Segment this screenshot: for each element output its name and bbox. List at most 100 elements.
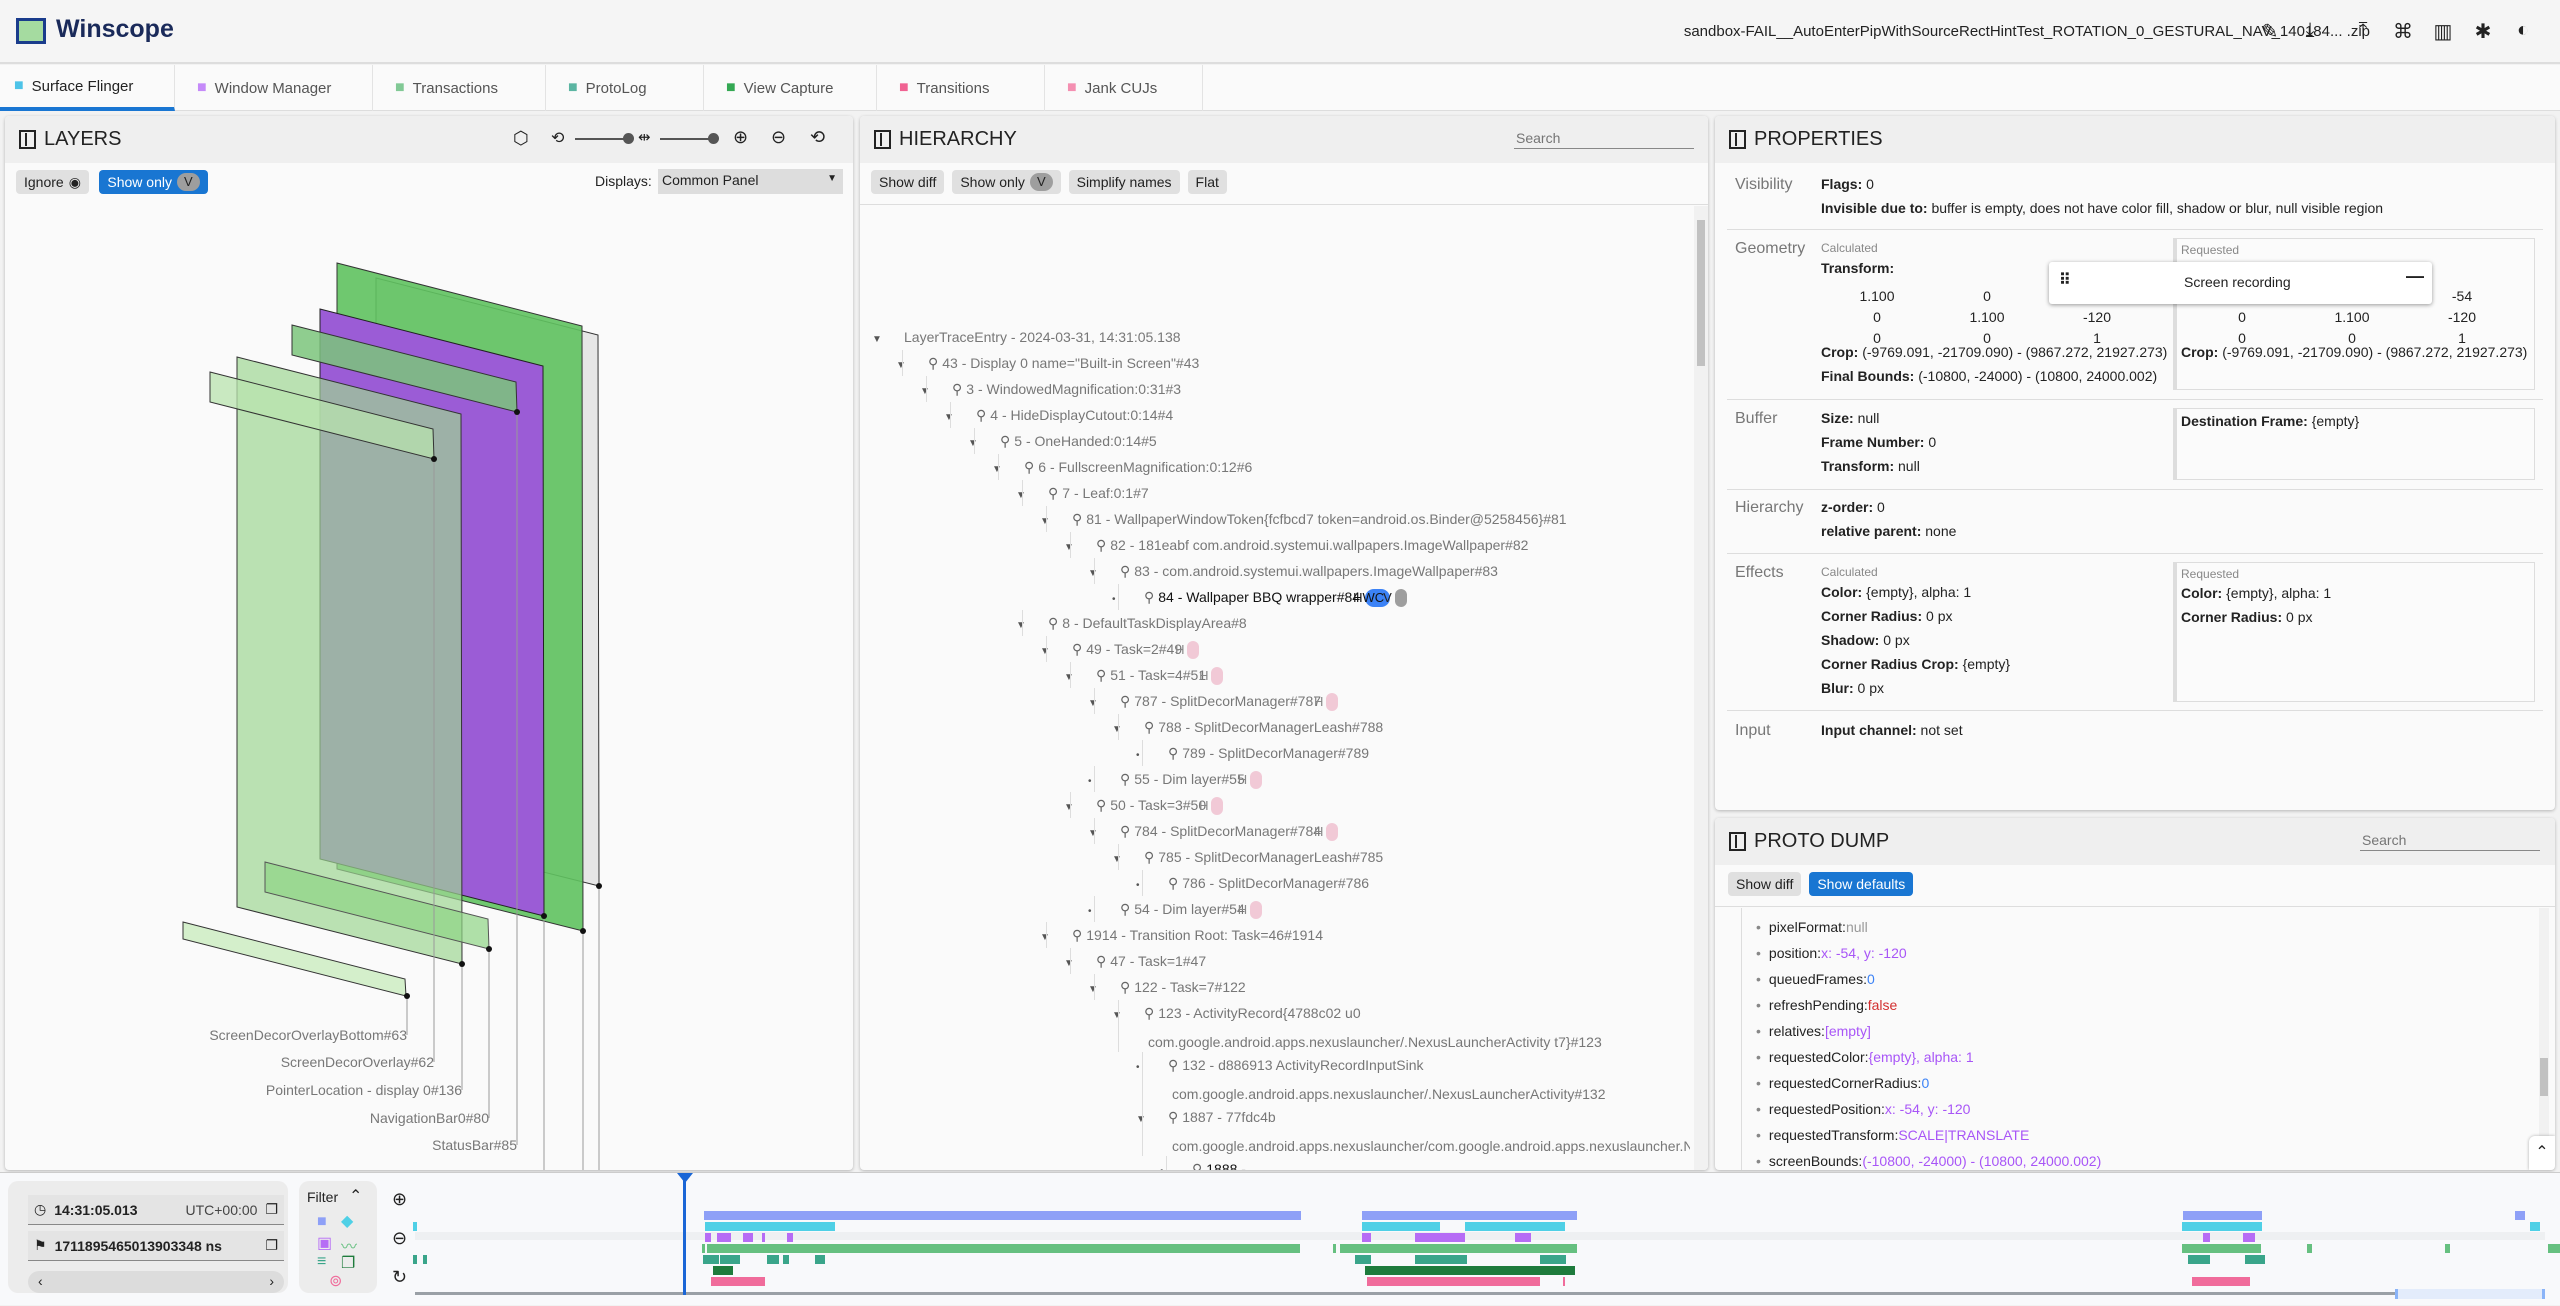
pin-icon[interactable]: ⚲	[1144, 1005, 1154, 1021]
timeline-entry-sf[interactable]	[705, 1222, 835, 1231]
proto-row[interactable]: pixelFormat:null	[1769, 914, 1868, 940]
simplify-names-button[interactable]: Simplify names	[1068, 170, 1180, 194]
timeline-entry-wm[interactable]	[717, 1233, 731, 1242]
tree-node[interactable]: ▼ ⚲ 4 - HideDisplayCutout:0:14#4	[944, 402, 1660, 431]
tree-node[interactable]: ▼ ⚲ 51 - Task=4#51H	[1064, 662, 1660, 691]
tree-node[interactable]: ▼ ⚲ 3 - WindowedMagnification:0:31#3	[920, 376, 1660, 405]
timeline-entry-wm[interactable]	[1362, 1233, 1371, 1242]
collapse-filter-icon[interactable]: ⌃	[349, 1186, 362, 1206]
pin-icon[interactable]: ⚲	[1120, 979, 1130, 995]
proto-row[interactable]: queuedFrames:0	[1769, 966, 1875, 992]
proto-row[interactable]: position:x: -54, y: -120	[1769, 940, 1907, 966]
timeline-entry-protolog[interactable]	[2188, 1255, 2210, 1264]
tree-node[interactable]: ▼ ⚲ 7 - Leaf:0:1#7	[1016, 480, 1660, 509]
tab-jank-cujs[interactable]: ■ Jank CUJs	[1053, 65, 1203, 111]
timeline-entry-wm[interactable]	[705, 1233, 711, 1242]
tree-node[interactable]: ▼ ⚲ 1914 - Transition Root: Task=46#1914	[1040, 922, 1660, 951]
tree-node[interactable]: ▼ ⚲ 123 - ActivityRecord{4788c02 u0 com.go…	[1112, 1000, 1660, 1055]
timeline-entry-protolog[interactable]	[2245, 1255, 2265, 1264]
timeline-entry-transactions[interactable]	[707, 1244, 1300, 1253]
pin-icon[interactable]: ⚲	[1096, 537, 1106, 553]
tab-window-manager[interactable]: ■ Window Manager	[183, 65, 373, 111]
copy-icon[interactable]: ❐	[265, 1237, 278, 1254]
tree-node[interactable]: ▼ ⚲ 50 - Task=3#50H	[1064, 792, 1660, 821]
timeline-entry-screen[interactable]	[2183, 1211, 2262, 1220]
tree-node[interactable]: ▼ ⚲ 81 - WallpaperWindowToken{fcfbcd7 toke…	[1040, 506, 1660, 535]
pin-icon[interactable]: ⚲	[1192, 1161, 1202, 1170]
time-field[interactable]: ◷ 14:31:05.013 UTC+00:00 ❐	[28, 1195, 284, 1225]
tab-view-capture[interactable]: ■ View Capture	[712, 65, 877, 111]
pin-icon[interactable]: ⚲	[976, 407, 986, 423]
timeline-entry-wm[interactable]	[2203, 1233, 2210, 1242]
edit-icon[interactable]: ✎	[2257, 19, 2283, 44]
timeline-entry-sf[interactable]	[1465, 1222, 1565, 1231]
screen-recording-filter-icon[interactable]: ■	[317, 1213, 327, 1231]
tree-node[interactable]: ▼ ⚲ 1887 - 77fdc4b com.google.android.apps…	[1136, 1104, 1690, 1159]
pin-icon[interactable]: ⚲	[1072, 641, 1082, 657]
tree-node[interactable]: • ⚲ 54 - Dim layer#54H	[1088, 896, 1660, 925]
timeline-canvas[interactable]	[413, 1173, 2560, 1306]
layer-label[interactable]: StatusBar#85	[432, 1137, 517, 1153]
tree-node[interactable]: ▼ ⚲ 83 - com.android.systemui.wallpapers.I…	[1088, 558, 1660, 587]
show-diff-button[interactable]: Show diff	[871, 170, 945, 194]
timeline-entry-protolog[interactable]	[815, 1255, 825, 1264]
timeline-entry-wm[interactable]	[787, 1233, 793, 1242]
pin-icon[interactable]: ⚲	[1024, 459, 1034, 475]
bug-icon[interactable]: ✱	[2470, 19, 2496, 44]
tree-node[interactable]: ▼ ⚲ 787 - SplitDecorManager#787H	[1088, 688, 1660, 717]
tab-transitions[interactable]: ■ Transitions	[885, 65, 1045, 111]
collapse-panel-icon[interactable]	[1729, 130, 1746, 149]
timeline-entry-transitions[interactable]	[1563, 1277, 1565, 1286]
proto-scrollbar[interactable]	[2539, 908, 2549, 1170]
tree-node[interactable]: • ⚲ 84 - Wallpaper BBQ wrapper#84HWCV	[1112, 584, 1660, 613]
docs-icon[interactable]: ▥	[2430, 19, 2456, 44]
timeline-entry-transactions[interactable]	[2307, 1244, 2312, 1253]
timeline-cursor[interactable]	[683, 1177, 686, 1295]
proto-row[interactable]: screenBounds:(-10800, -24000) - (10800, …	[1769, 1148, 2101, 1170]
timeline-entry-transactions[interactable]	[2445, 1244, 2450, 1253]
pin-icon[interactable]: ⚲	[1048, 485, 1058, 501]
tree-node[interactable]: ▼ ⚲ 788 - SplitDecorManagerLeash#788	[1112, 714, 1660, 743]
flat-button[interactable]: Flat	[1187, 170, 1227, 194]
upload-icon[interactable]: ⤒	[2350, 19, 2376, 42]
timeline-entry-screen[interactable]	[1362, 1211, 1577, 1220]
pin-icon[interactable]: ⚲	[1072, 927, 1082, 943]
protolog-filter-icon[interactable]: ≡	[317, 1253, 326, 1271]
timeline-entry-wm[interactable]	[743, 1233, 753, 1242]
screen-recording-widget[interactable]: ⠿ Screen recording —	[2049, 262, 2432, 304]
pin-icon[interactable]: ⚲	[1000, 433, 1010, 449]
scrollbar-thumb[interactable]	[2540, 1058, 2548, 1096]
tree-node[interactable]: ▼ ⚲ 785 - SplitDecorManagerLeash#785	[1112, 844, 1660, 873]
proto-row[interactable]: requestedCornerRadius:0	[1769, 1070, 1929, 1096]
timeline-entry-protolog[interactable]	[767, 1255, 779, 1264]
layer-label[interactable]: NavigationBar0#80	[370, 1110, 489, 1126]
download-icon[interactable]: ⤓	[2297, 19, 2323, 42]
layer-label[interactable]: PointerLocation - display 0#136	[266, 1082, 462, 1098]
pin-icon[interactable]: ⚲	[1168, 875, 1178, 891]
shortcuts-icon[interactable]: ⌘	[2390, 19, 2416, 44]
timeline-entry-transactions[interactable]	[1333, 1244, 1336, 1253]
timeline-entry-sf[interactable]	[2182, 1222, 2262, 1231]
transitions-filter-icon[interactable]: ⊚	[329, 1271, 342, 1291]
proto-row[interactable]: requestedColor:{empty}, alpha: 1	[1769, 1044, 1974, 1070]
reset-zoom-icon[interactable]: ↻	[392, 1267, 407, 1288]
collapse-panel-icon[interactable]	[874, 130, 891, 149]
timeline-entry-transactions[interactable]	[702, 1244, 705, 1253]
show-diff-button[interactable]: Show diff	[1728, 872, 1802, 896]
mini-timeline-selection[interactable]	[2395, 1289, 2545, 1299]
hierarchy-search-input[interactable]	[1514, 128, 1694, 149]
expand-toggle-icon[interactable]: ▼	[1136, 1107, 1168, 1133]
prev-entry-button[interactable]: ‹	[38, 1273, 43, 1289]
hierarchy-scrollbar[interactable]	[1694, 206, 1708, 1170]
pin-icon[interactable]: ⚲	[928, 355, 938, 371]
timeline-entry-protolog[interactable]	[703, 1255, 719, 1264]
pin-icon[interactable]: ⚲	[952, 381, 962, 397]
zoom-in-icon[interactable]: ⊕	[392, 1189, 407, 1210]
proto-row[interactable]: requestedPosition:x: -54, y: -120	[1769, 1096, 1971, 1122]
tree-node[interactable]: ▼ ⚲ 8 - DefaultTaskDisplayArea#8	[1016, 610, 1660, 639]
tree-node[interactable]: • ⚲ 132 - d886913 ActivityRecordInputSink …	[1136, 1052, 1660, 1107]
scrollbar-thumb[interactable]	[1697, 220, 1705, 366]
proto-row[interactable]: relatives:[empty]	[1769, 1018, 1871, 1044]
timeline-entry-wm[interactable]	[2243, 1233, 2255, 1242]
pin-icon[interactable]: ⚲	[1168, 745, 1178, 761]
